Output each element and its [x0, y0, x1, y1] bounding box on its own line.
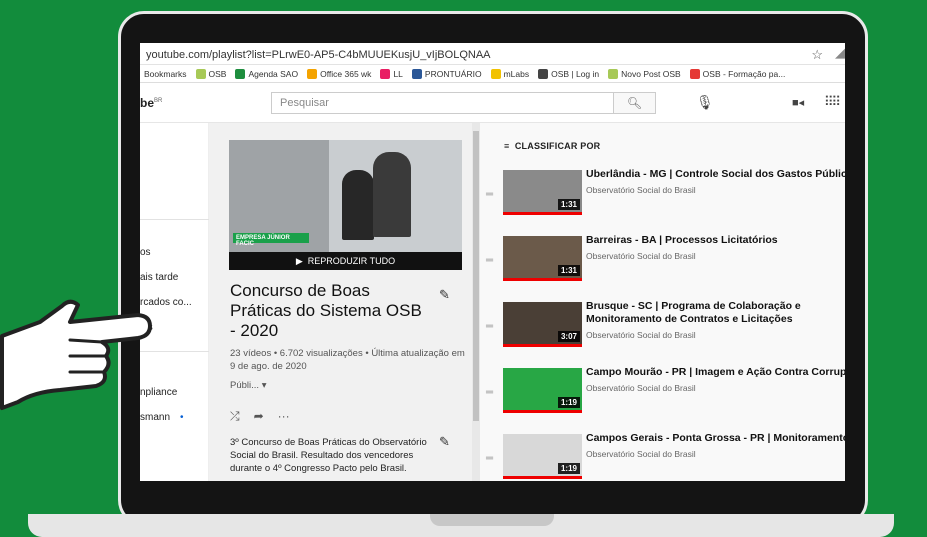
search-input[interactable]: Pesquisar: [271, 92, 614, 114]
sidebar-item[interactable]: ais tarde: [140, 272, 178, 283]
video-thumbnail[interactable]: 1:19: [503, 434, 582, 479]
share-icon[interactable]: ➦: [254, 409, 264, 424]
video-thumbnail[interactable]: 1:31: [503, 170, 582, 215]
watch-progress-bar: [503, 212, 582, 215]
bookmark-icon: [608, 68, 619, 79]
drag-handle-icon[interactable]: ═: [486, 453, 493, 464]
bookmark-icon: [195, 68, 206, 79]
apps-grid-icon[interactable]: ⠿⠿: [824, 94, 841, 110]
watch-progress-bar: [503, 476, 582, 479]
browser-screen: youtube.com/playlist?list=PLrwE0-AP5-C4b…: [140, 43, 845, 481]
url-text: youtube.com/playlist?list=PLrwE0-AP5-C4b…: [146, 49, 491, 61]
playlist-panel: EMPRESA JÚNIOR FACIC ▶ REPRODUZIR TUDO C…: [209, 123, 472, 481]
address-bar[interactable]: youtube.com/playlist?list=PLrwE0-AP5-C4b…: [140, 43, 845, 65]
bookmark-icon: [235, 68, 246, 79]
video-channel[interactable]: Observatório Social do Brasil: [586, 251, 696, 261]
laptop-notch: [430, 514, 554, 526]
video-title[interactable]: Campos Gerais - Ponta Grossa - PR | Moni…: [586, 432, 845, 445]
bookmark-item[interactable]: Novo Post OSB: [608, 68, 681, 79]
scrollbar[interactable]: [472, 123, 480, 481]
sort-button[interactable]: ≡ CLASSIFICAR POR: [504, 141, 600, 151]
sidebar-item[interactable]: os: [140, 247, 151, 258]
playlist-thumbnail[interactable]: EMPRESA JÚNIOR FACIC ▶ REPRODUZIR TUDO: [229, 140, 462, 270]
bookmark-item[interactable]: OSB - Formação pa...: [689, 68, 785, 79]
extension-icon[interactable]: ◢: [835, 45, 845, 61]
sort-icon: ≡: [504, 141, 510, 151]
bookmark-item[interactable]: mLabs: [490, 68, 529, 79]
playlist-video-row[interactable]: ═ 1:31 Barreiras - BA | Processos Licitató…: [480, 229, 845, 295]
drag-handle-icon[interactable]: ═: [486, 189, 493, 200]
drag-handle-icon[interactable]: ═: [486, 387, 493, 398]
video-title[interactable]: Barreiras - BA | Processos Licitatórios: [586, 234, 845, 247]
video-title[interactable]: Uberlândia - MG | Controle Social dos Ga…: [586, 168, 845, 181]
video-duration: 1:31: [557, 199, 580, 210]
pointing-hand-icon: [0, 299, 152, 410]
edit-title-icon[interactable]: ✎: [439, 287, 450, 303]
video-title[interactable]: Brusque - SC | Programa de Colaboração e…: [586, 300, 845, 326]
video-thumbnail[interactable]: 1:19: [503, 368, 582, 413]
video-thumbnail[interactable]: 3:07: [503, 302, 582, 347]
play-all-button[interactable]: ▶ REPRODUZIR TUDO: [229, 252, 462, 270]
privacy-dropdown[interactable]: Públi... ▾: [230, 380, 266, 391]
edit-description-icon[interactable]: ✎: [439, 434, 450, 450]
shuffle-icon[interactable]: ⤮: [230, 409, 240, 424]
playlist-video-row[interactable]: ═ 1:19 Campos Gerais - Ponta Grossa - PR |…: [480, 427, 845, 481]
bookmark-icon: [411, 68, 422, 79]
playlist-video-row[interactable]: ═ 3:07 Brusque - SC | Programa de Colabora…: [480, 295, 845, 361]
video-channel[interactable]: Observatório Social do Brasil: [586, 383, 696, 393]
bookmark-item[interactable]: PRONTUÁRIO: [411, 68, 482, 79]
watch-progress-bar: [503, 344, 582, 347]
bookmark-item[interactable]: OSB | Log in: [538, 68, 599, 79]
star-icon[interactable]: ☆: [811, 47, 823, 63]
bookmark-item[interactable]: LL: [380, 68, 403, 79]
video-duration: 3:07: [557, 331, 580, 342]
video-title[interactable]: Campo Mourão - PR | Imagem e Ação Contra…: [586, 366, 845, 379]
background: youtube.com/playlist?list=PLrwE0-AP5-C4b…: [0, 0, 927, 537]
search-icon[interactable]: 🔍︎: [614, 92, 656, 114]
new-content-dot-icon: •: [180, 412, 184, 423]
video-channel[interactable]: Observatório Social do Brasil: [586, 185, 696, 195]
video-list: ≡ CLASSIFICAR POR ═ 1:31 Uberlândia - MG |…: [480, 123, 845, 481]
youtube-header: beBR Pesquisar 🔍︎ 🎙︎ ■◂ ⠿⠿: [140, 83, 845, 123]
chevron-down-icon: ▾: [261, 380, 267, 391]
drag-handle-icon[interactable]: ═: [486, 255, 493, 266]
playlist-video-row[interactable]: ═ 1:31 Uberlândia - MG | Controle Social d…: [480, 163, 845, 229]
watch-progress-bar: [503, 278, 582, 281]
microphone-icon[interactable]: 🎙︎: [696, 94, 714, 111]
bookmarks-bar: Bookmarks OSB Agenda SAO Office 365 wk LL PRO…: [140, 65, 845, 83]
playlist-stats: 23 vídeos • 6.702 visualizações • Última…: [230, 348, 465, 372]
bookmark-icon: [380, 68, 391, 79]
bookmark-icon: [490, 68, 501, 79]
playlist-actions: ⤮ ➦ ···: [230, 409, 290, 424]
video-duration: 1:19: [557, 397, 580, 408]
play-icon: ▶: [295, 256, 303, 266]
bookmark-item[interactable]: OSB: [195, 68, 226, 79]
create-video-icon[interactable]: ■◂: [792, 96, 804, 109]
bookmark-icon: [538, 68, 549, 79]
video-duration: 1:31: [557, 265, 580, 276]
thumbnail-caption: EMPRESA JÚNIOR FACIC: [233, 233, 309, 247]
bookmark-item[interactable]: Agenda SAO: [235, 68, 298, 79]
drag-handle-icon[interactable]: ═: [486, 321, 493, 332]
video-thumbnail[interactable]: 1:31: [503, 236, 582, 281]
scrollbar-thumb[interactable]: [473, 131, 479, 421]
more-icon[interactable]: ···: [278, 409, 290, 424]
watch-progress-bar: [503, 410, 582, 413]
playlist-video-row[interactable]: ═ 1:19 Campo Mourão - PR | Imagem e Ação C…: [480, 361, 845, 427]
bookmark-item[interactable]: Bookmarks: [144, 69, 187, 79]
bookmark-item[interactable]: Office 365 wk: [307, 68, 371, 79]
playlist-description: 3º Concurso de Boas Práticas do Observat…: [230, 437, 427, 474]
youtube-logo[interactable]: beBR: [140, 96, 162, 110]
sidebar-divider: [140, 219, 209, 220]
bookmark-icon: [307, 68, 318, 79]
bookmark-icon: [689, 68, 700, 79]
video-channel[interactable]: Observatório Social do Brasil: [586, 449, 696, 459]
playlist-title: Concurso de Boas Práticas do Sistema OSB…: [230, 281, 422, 340]
video-duration: 1:19: [557, 463, 580, 474]
video-channel[interactable]: Observatório Social do Brasil: [586, 330, 696, 340]
sidebar-item[interactable]: smann •: [140, 412, 184, 423]
